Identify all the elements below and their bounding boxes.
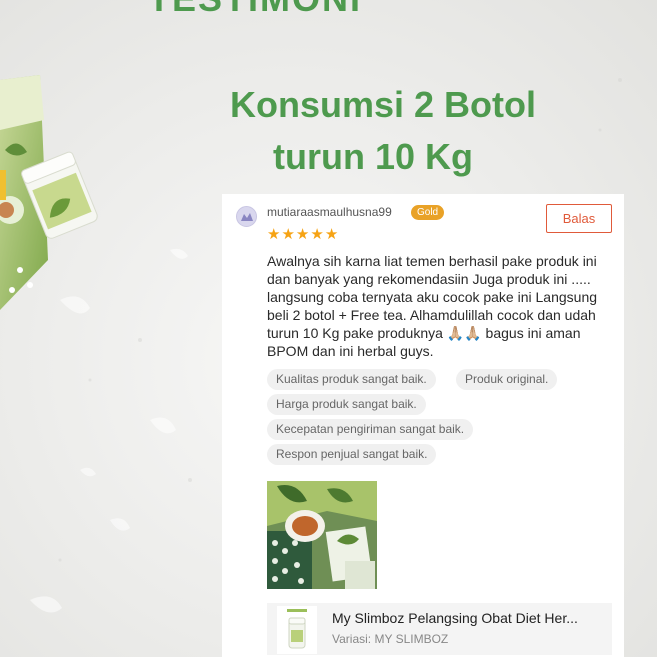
star-icon: ★: [310, 226, 324, 243]
review-tag: Harga produk sangat baik.: [267, 394, 426, 415]
star-icon: ★: [267, 226, 281, 243]
review-tag: Kualitas produk sangat baik.: [267, 369, 436, 390]
product-title: My Slimboz Pelangsing Obat Diet Her...: [332, 610, 578, 626]
product-variant: Variasi: MY SLIMBOZ: [332, 632, 449, 646]
headline-line-1: Konsumsi 2 Botol: [230, 84, 537, 125]
review-photo[interactable]: [267, 481, 377, 589]
product-package-image: [0, 75, 98, 310]
reviewer-username[interactable]: mutiaraasmaulhusna99: [267, 205, 392, 219]
purchased-product[interactable]: My Slimboz Pelangsing Obat Diet Her... V…: [267, 603, 612, 655]
reply-button[interactable]: Balas: [546, 204, 612, 233]
review-text: Awalnya sih karna liat temen berhasil pa…: [267, 253, 598, 359]
star-icon: ★: [295, 226, 310, 243]
review-tag: Kecepatan pengiriman sangat baik.: [267, 419, 474, 440]
user-avatar[interactable]: [236, 206, 257, 227]
review-card: mutiaraasmaulhusna99 Gold Balas ★ ★ ★ ★ ★ Aw…: [222, 194, 624, 657]
review-tag: Respon penjual sangat baik.: [267, 444, 437, 465]
star-icon: ★: [281, 226, 295, 243]
review-tag: Produk original.: [456, 369, 558, 390]
headline-line-2: turun 10 Kg: [273, 136, 474, 177]
membership-badge: Gold: [411, 205, 445, 220]
star-icon: ★: [324, 226, 339, 243]
star-rating: ★ ★ ★ ★ ★: [267, 227, 338, 243]
review-photo-image: [267, 481, 377, 589]
avatar-icon: [240, 212, 253, 221]
product-thumbnail: [277, 606, 317, 654]
page-heading: TESTIMONI: [148, 0, 362, 20]
